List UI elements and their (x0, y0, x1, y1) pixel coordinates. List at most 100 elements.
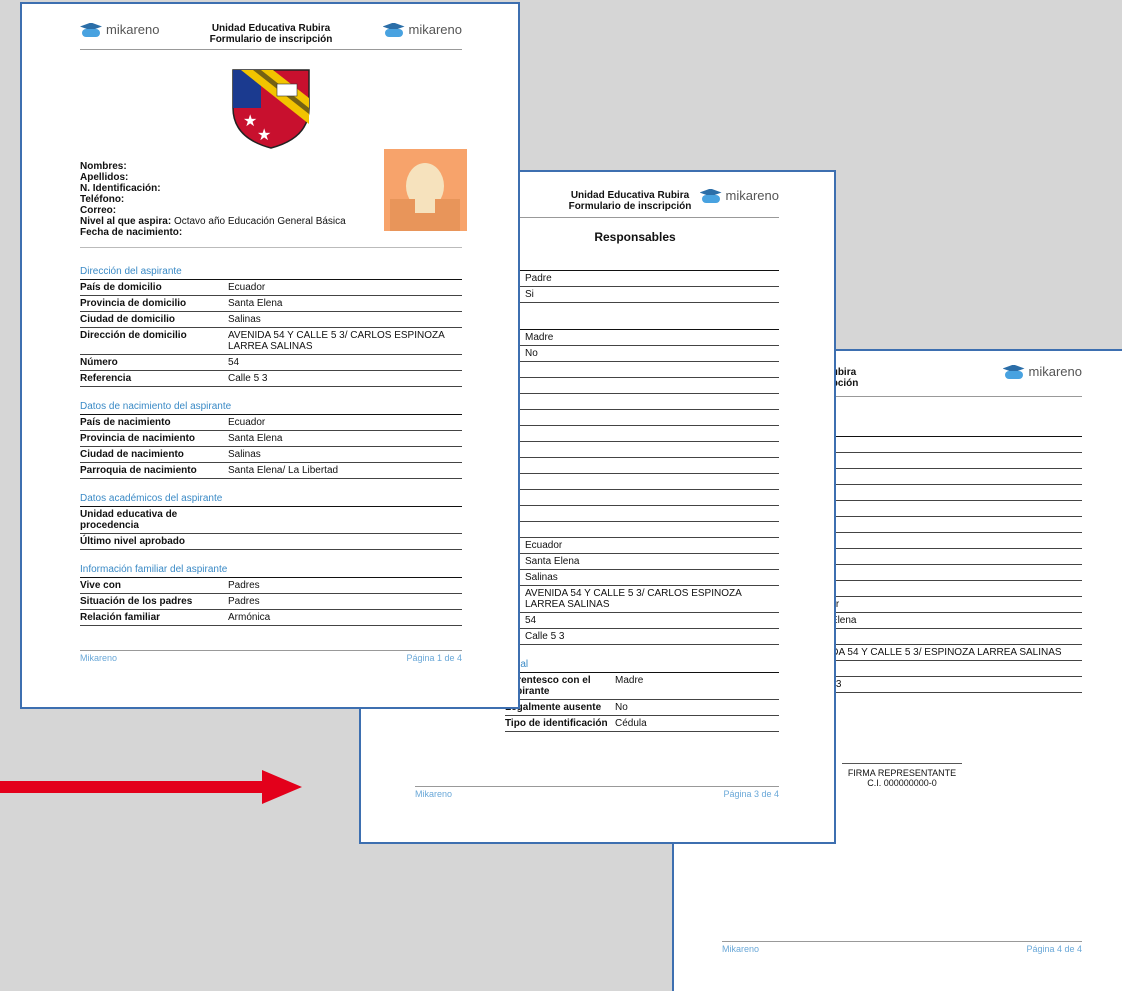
nombres-label: Nombres: (80, 161, 127, 172)
row-value: Calle 5 3 (525, 631, 565, 642)
row-value (802, 439, 1082, 450)
row-label: Provincia de domicilio (80, 298, 187, 309)
row-label: Provincia de nacimiento (80, 433, 196, 444)
row-value (802, 551, 1082, 562)
page-number: Página 3 de 4 (723, 789, 779, 799)
table-row: Parentesco con el aspirante Madre (505, 673, 779, 700)
row-value (525, 380, 779, 391)
row-label: Referencia (80, 373, 132, 384)
graduation-cap-icon (699, 188, 722, 203)
row-label: País de domicilio (80, 282, 162, 293)
school-crest-icon: ★ ★ (232, 69, 310, 149)
row-value (525, 492, 779, 503)
row-value (525, 508, 779, 519)
row-value: Ecuador (228, 417, 266, 428)
row-value: Calle 5 3 (802, 679, 842, 690)
identificacion-label: N. Identificación: (80, 183, 161, 194)
row-label: País de nacimiento (80, 417, 171, 428)
row-value (802, 519, 1082, 530)
telefono-label: Teléfono: (80, 194, 125, 205)
document-page-1: mikareno Unidad Educativa Rubira Formula… (20, 2, 520, 709)
row-value: No (525, 348, 538, 359)
section-title: Datos de nacimiento del aspirante (80, 401, 462, 415)
row-value: Salinas (525, 572, 558, 583)
row-value (525, 364, 779, 375)
table-row: Tipo de identificación Cédula (505, 716, 779, 732)
row-value: Ecuador (802, 599, 1082, 610)
row-label: Parroquia de nacimiento (80, 465, 197, 476)
page-number: Página 4 de 4 (1026, 944, 1082, 954)
row-value: Ecuador (228, 282, 266, 293)
row-label: Unidad educativa de procedencia (80, 509, 178, 531)
row-value: Calle 5 3 (228, 373, 268, 384)
svg-text:★: ★ (243, 111, 257, 130)
table-row: Número 54 (80, 355, 462, 371)
user-photo-icon (384, 149, 467, 231)
apellidos-label: Apellidos: (80, 172, 129, 183)
row-value (802, 455, 1082, 466)
row-value: Salinas (228, 314, 261, 325)
row-value (525, 476, 779, 487)
table-row: Vive con Padres (80, 578, 462, 594)
row-value: Salinas (228, 449, 261, 460)
row-label: Dirección de domicilio (80, 330, 187, 341)
row-value (525, 444, 779, 455)
page-footer: Mikareno Página 3 de 4 (415, 786, 779, 799)
graduation-cap-icon (1002, 364, 1025, 379)
row-value (525, 396, 779, 407)
table-row: Relación familiar Armónica (80, 610, 462, 626)
row-label: Situación de los padres (80, 596, 193, 607)
row-label: Legalmente ausente (505, 702, 602, 713)
row-label: Relación familiar (80, 612, 161, 623)
row-value (802, 503, 1082, 514)
form-title: Formulario de inscripción (568, 201, 692, 212)
table-row: Dirección de domicilio AVENIDA 54 Y CALLE… (80, 328, 462, 355)
row-value: 54 (802, 663, 1082, 674)
table-row: Situación de los padres Padres (80, 594, 462, 610)
fecha-label: Fecha de nacimiento: (80, 227, 183, 238)
table-row: Provincia de domicilio Santa Elena (80, 296, 462, 312)
row-value: Si (525, 289, 534, 300)
section-title: Dirección del aspirante (80, 266, 462, 280)
row-value (525, 460, 779, 471)
row-value: 54 (228, 357, 240, 368)
table-row: Legalmente ausente No (505, 700, 779, 716)
row-value: Cédula (615, 718, 647, 729)
nivel-label: Nivel al que aspira: (80, 216, 172, 227)
page-footer: Mikareno Página 4 de 4 (722, 941, 1082, 954)
row-label: Último nivel aprobado (80, 536, 186, 547)
footer-brand: Mikareno (415, 789, 453, 799)
row-value: 54 (525, 615, 537, 626)
applicant-info: Nombres: Apellidos: N. Identificación: T… (80, 161, 380, 238)
row-value: AVENIDA 54 Y CALLE 5 3/ ESPINOZA LARREA … (802, 647, 1062, 658)
row-label: Número (80, 357, 118, 368)
row-label: Tipo de identificación (505, 718, 608, 729)
table-row: País de domicilio Ecuador (80, 280, 462, 296)
row-value (525, 524, 779, 535)
row-value: Santa Elena/ La Libertad (228, 465, 339, 476)
row-label: Parentesco con el aspirante (505, 675, 591, 697)
row-label: Ciudad de nacimiento (80, 449, 184, 460)
row-value: Salinas (802, 631, 1082, 642)
row-value: Armónica (228, 612, 271, 623)
row-label: Vive con (80, 580, 121, 591)
row-value: Santa Elena (525, 556, 580, 567)
row-value: No (615, 702, 628, 713)
row-value: Padre (525, 273, 552, 284)
row-value: AVENIDA 54 Y CALLE 5 3/ CARLOS ESPINOZA … (525, 588, 742, 610)
row-value: Ecuador (525, 540, 563, 551)
row-value (228, 509, 462, 531)
row-value: Padres (228, 580, 260, 591)
section-heading: Responsables (594, 230, 676, 244)
page-header: mikareno Unidad Educativa Rubira Formula… (80, 4, 462, 50)
correo-label: Correo: (80, 205, 117, 216)
row-value (525, 428, 779, 439)
row-value (228, 536, 462, 547)
row-value: Santa Elena (228, 433, 283, 444)
table-row: Ciudad de nacimiento Salinas (80, 447, 462, 463)
table-row: Último nivel aprobado (80, 534, 462, 550)
table-row: País de nacimiento Ecuador (80, 415, 462, 431)
table-row: Provincia de nacimiento Santa Elena (80, 431, 462, 447)
page-footer: Mikareno Página 1 de 4 (80, 650, 462, 663)
right-arrow-icon (0, 770, 302, 804)
